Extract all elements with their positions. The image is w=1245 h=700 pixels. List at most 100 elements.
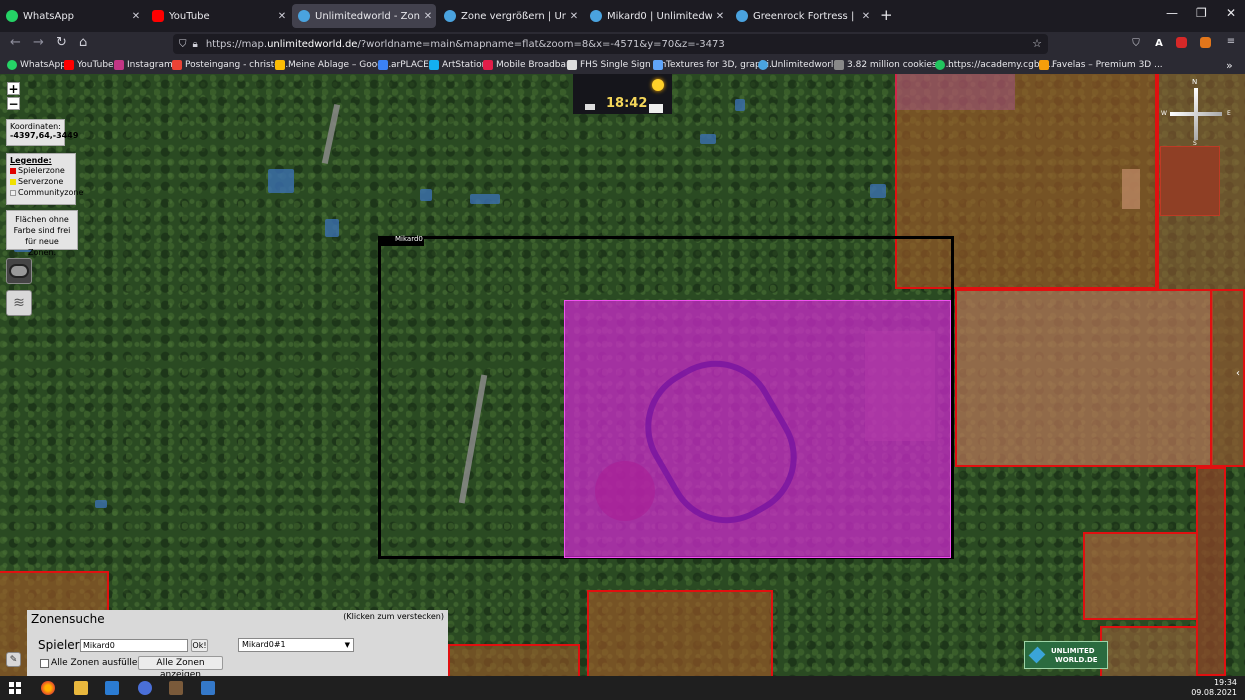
fill-all-zones-checkbox[interactable]	[40, 659, 49, 668]
bookmark-mobile-broadband[interactable]: Mobile Broadband	[483, 58, 577, 72]
bookmark-gmail[interactable]: Posteingang - christo...	[172, 58, 288, 72]
player-zone[interactable]	[587, 590, 773, 676]
zoom-in-button[interactable]: +	[7, 82, 20, 95]
reload-icon[interactable]: ↻	[56, 35, 67, 50]
textures-icon	[653, 60, 663, 70]
tab-mikard0[interactable]: Mikard0 | Unlimitedworld ✕	[584, 4, 728, 28]
bookmark-fhs-sso[interactable]: FHS Single Sign On	[567, 58, 666, 72]
bookmark-label: ArtStation	[442, 60, 488, 70]
player-input[interactable]	[80, 639, 188, 652]
menu-icon[interactable]: ≡	[1224, 35, 1238, 49]
map-type-button[interactable]	[6, 258, 32, 284]
fill-all-zones-label[interactable]: Alle Zonen ausfüllen	[51, 658, 143, 668]
zone-select[interactable]: Mikard0#1 ▼	[238, 638, 354, 652]
tab-title: YouTube	[169, 10, 210, 22]
map-path	[321, 104, 341, 164]
close-tab-icon[interactable]: ✕	[566, 11, 582, 22]
close-tab-icon[interactable]: ✕	[128, 11, 144, 22]
url-text[interactable]: https://map.unlimitedworld.de/?worldname…	[206, 39, 725, 50]
show-all-zones-button[interactable]: Alle Zonen anzeigen	[138, 656, 223, 680]
legend-label: Spielerzone	[18, 166, 65, 175]
tab-zone-vergroessern[interactable]: Zone vergrößern | Unlimitedwo ✕	[438, 4, 582, 28]
close-tab-icon[interactable]: ✕	[274, 11, 290, 22]
photos-icon[interactable]	[201, 681, 215, 695]
artstation-icon	[429, 60, 439, 70]
tab-youtube[interactable]: YouTube ✕	[146, 4, 290, 28]
system-clock[interactable]: 19:34 09.08.2021	[1191, 678, 1237, 698]
free-area-note: Flächen ohne Farbe sind frei für neue Zo…	[6, 210, 78, 257]
hide-panel-hint[interactable]: (Klicken zum verstecken)	[343, 612, 444, 621]
pocket-icon[interactable]: ⛉	[1129, 37, 1143, 51]
address-bar[interactable]: ⛉ 🔒︎ https://map.unlimitedworld.de/?worl…	[173, 34, 1048, 54]
bookmark-artstation[interactable]: ArtStation	[429, 58, 487, 72]
mail-icon[interactable]	[105, 681, 119, 695]
highlighted-zone-area[interactable]	[564, 300, 951, 558]
close-window-icon[interactable]: ✕	[1226, 6, 1236, 20]
more-bookmarks-icon[interactable]: »	[1226, 58, 1233, 72]
firefox-icon[interactable]	[41, 681, 55, 695]
home-icon[interactable]: ⌂	[79, 35, 87, 50]
minecraft-icon[interactable]	[169, 681, 183, 695]
tab-title: WhatsApp	[23, 10, 75, 22]
zone-map[interactable]: Mikard0 + − Koordinaten: -4397,64,-3449 …	[0, 74, 1245, 676]
tab-greenrock[interactable]: Greenrock Fortress | Unlimitedw ✕	[730, 4, 874, 28]
youtube-icon	[64, 60, 74, 70]
water-area	[325, 219, 339, 237]
player-zone[interactable]	[955, 289, 1213, 467]
tab-whatsapp[interactable]: WhatsApp ✕	[0, 4, 144, 28]
bookmark-label: https://academy.cgbo...	[948, 60, 1054, 70]
restore-icon[interactable]: ❐	[1196, 6, 1207, 20]
new-tab-icon[interactable]: +	[880, 6, 893, 24]
close-tab-icon[interactable]: ✕	[712, 11, 728, 22]
bookmark-star-icon[interactable]: ☆	[1032, 37, 1042, 50]
tab-zonenkarte[interactable]: Unlimitedworld - Zonenkarte ✕	[292, 4, 436, 28]
coordinates-label: Koordinaten:	[10, 122, 61, 131]
legend-swatch	[10, 189, 16, 196]
bookmark-whatsapp[interactable]: WhatsApp	[7, 58, 66, 72]
metamask-icon[interactable]	[1200, 37, 1211, 48]
bookmark-label: Posteingang - christo...	[185, 60, 289, 70]
close-tab-icon[interactable]: ✕	[420, 11, 436, 22]
zone-label: Mikard0	[395, 235, 423, 243]
edit-button[interactable]: ✎	[6, 652, 21, 667]
legend-item-communityzone: Communityzone	[10, 187, 83, 198]
bookmark-unlimitedworld[interactable]: Unlimitedworld	[758, 58, 839, 72]
lock-icon[interactable]: 🔒︎	[193, 39, 198, 50]
close-tab-icon[interactable]: ✕	[858, 11, 874, 22]
bookmark-favelas[interactable]: Favelas – Premium 3D ...	[1039, 58, 1163, 72]
player-zone[interactable]	[1100, 626, 1198, 676]
forward-icon[interactable]: →	[33, 35, 44, 50]
clock-decoration	[585, 104, 595, 110]
app-icon[interactable]	[138, 681, 152, 695]
sun-icon	[652, 79, 664, 91]
zoom-out-button[interactable]: −	[7, 97, 20, 110]
player-zone[interactable]	[1083, 532, 1198, 620]
layers-button[interactable]: ≋	[6, 290, 32, 316]
water-area	[700, 134, 716, 144]
legend-swatch	[10, 167, 16, 174]
back-icon[interactable]: ←	[10, 35, 21, 50]
bookmark-youtube[interactable]: YouTube	[64, 58, 114, 72]
bookmark-label: WhatsApp	[20, 60, 66, 70]
legend-item-spielerzone: Spielerzone	[10, 165, 72, 176]
player-zone[interactable]	[448, 644, 580, 676]
side-panel-toggle-icon[interactable]: ‹	[1236, 368, 1240, 379]
file-explorer-icon[interactable]	[74, 681, 88, 695]
shield-icon[interactable]: ⛉	[179, 39, 187, 50]
bookmark-arplace[interactable]: arPLACE	[378, 58, 429, 72]
bookmark-label: arPLACE	[391, 60, 429, 70]
ok-button[interactable]: Ok!	[191, 639, 208, 652]
bookmark-google-drive[interactable]: Meine Ablage – Googl...	[275, 58, 394, 72]
windows-start-icon[interactable]	[9, 682, 21, 694]
extension-icon[interactable]	[1176, 37, 1187, 48]
bookmark-cgboost[interactable]: https://academy.cgbo...	[935, 58, 1053, 72]
bookmark-instagram[interactable]: Instagram	[114, 58, 173, 72]
minimize-icon[interactable]: —	[1166, 6, 1178, 20]
account-icon[interactable]: A	[1152, 37, 1166, 51]
legend-title: Legende:	[10, 156, 52, 165]
tab-title: Unlimitedworld - Zonenkarte	[315, 10, 420, 22]
layers-icon: ≋	[13, 295, 25, 311]
player-zone[interactable]	[1196, 467, 1226, 676]
bookmark-label: Mobile Broadband	[496, 60, 578, 70]
bookmark-label: YouTube	[77, 60, 114, 70]
